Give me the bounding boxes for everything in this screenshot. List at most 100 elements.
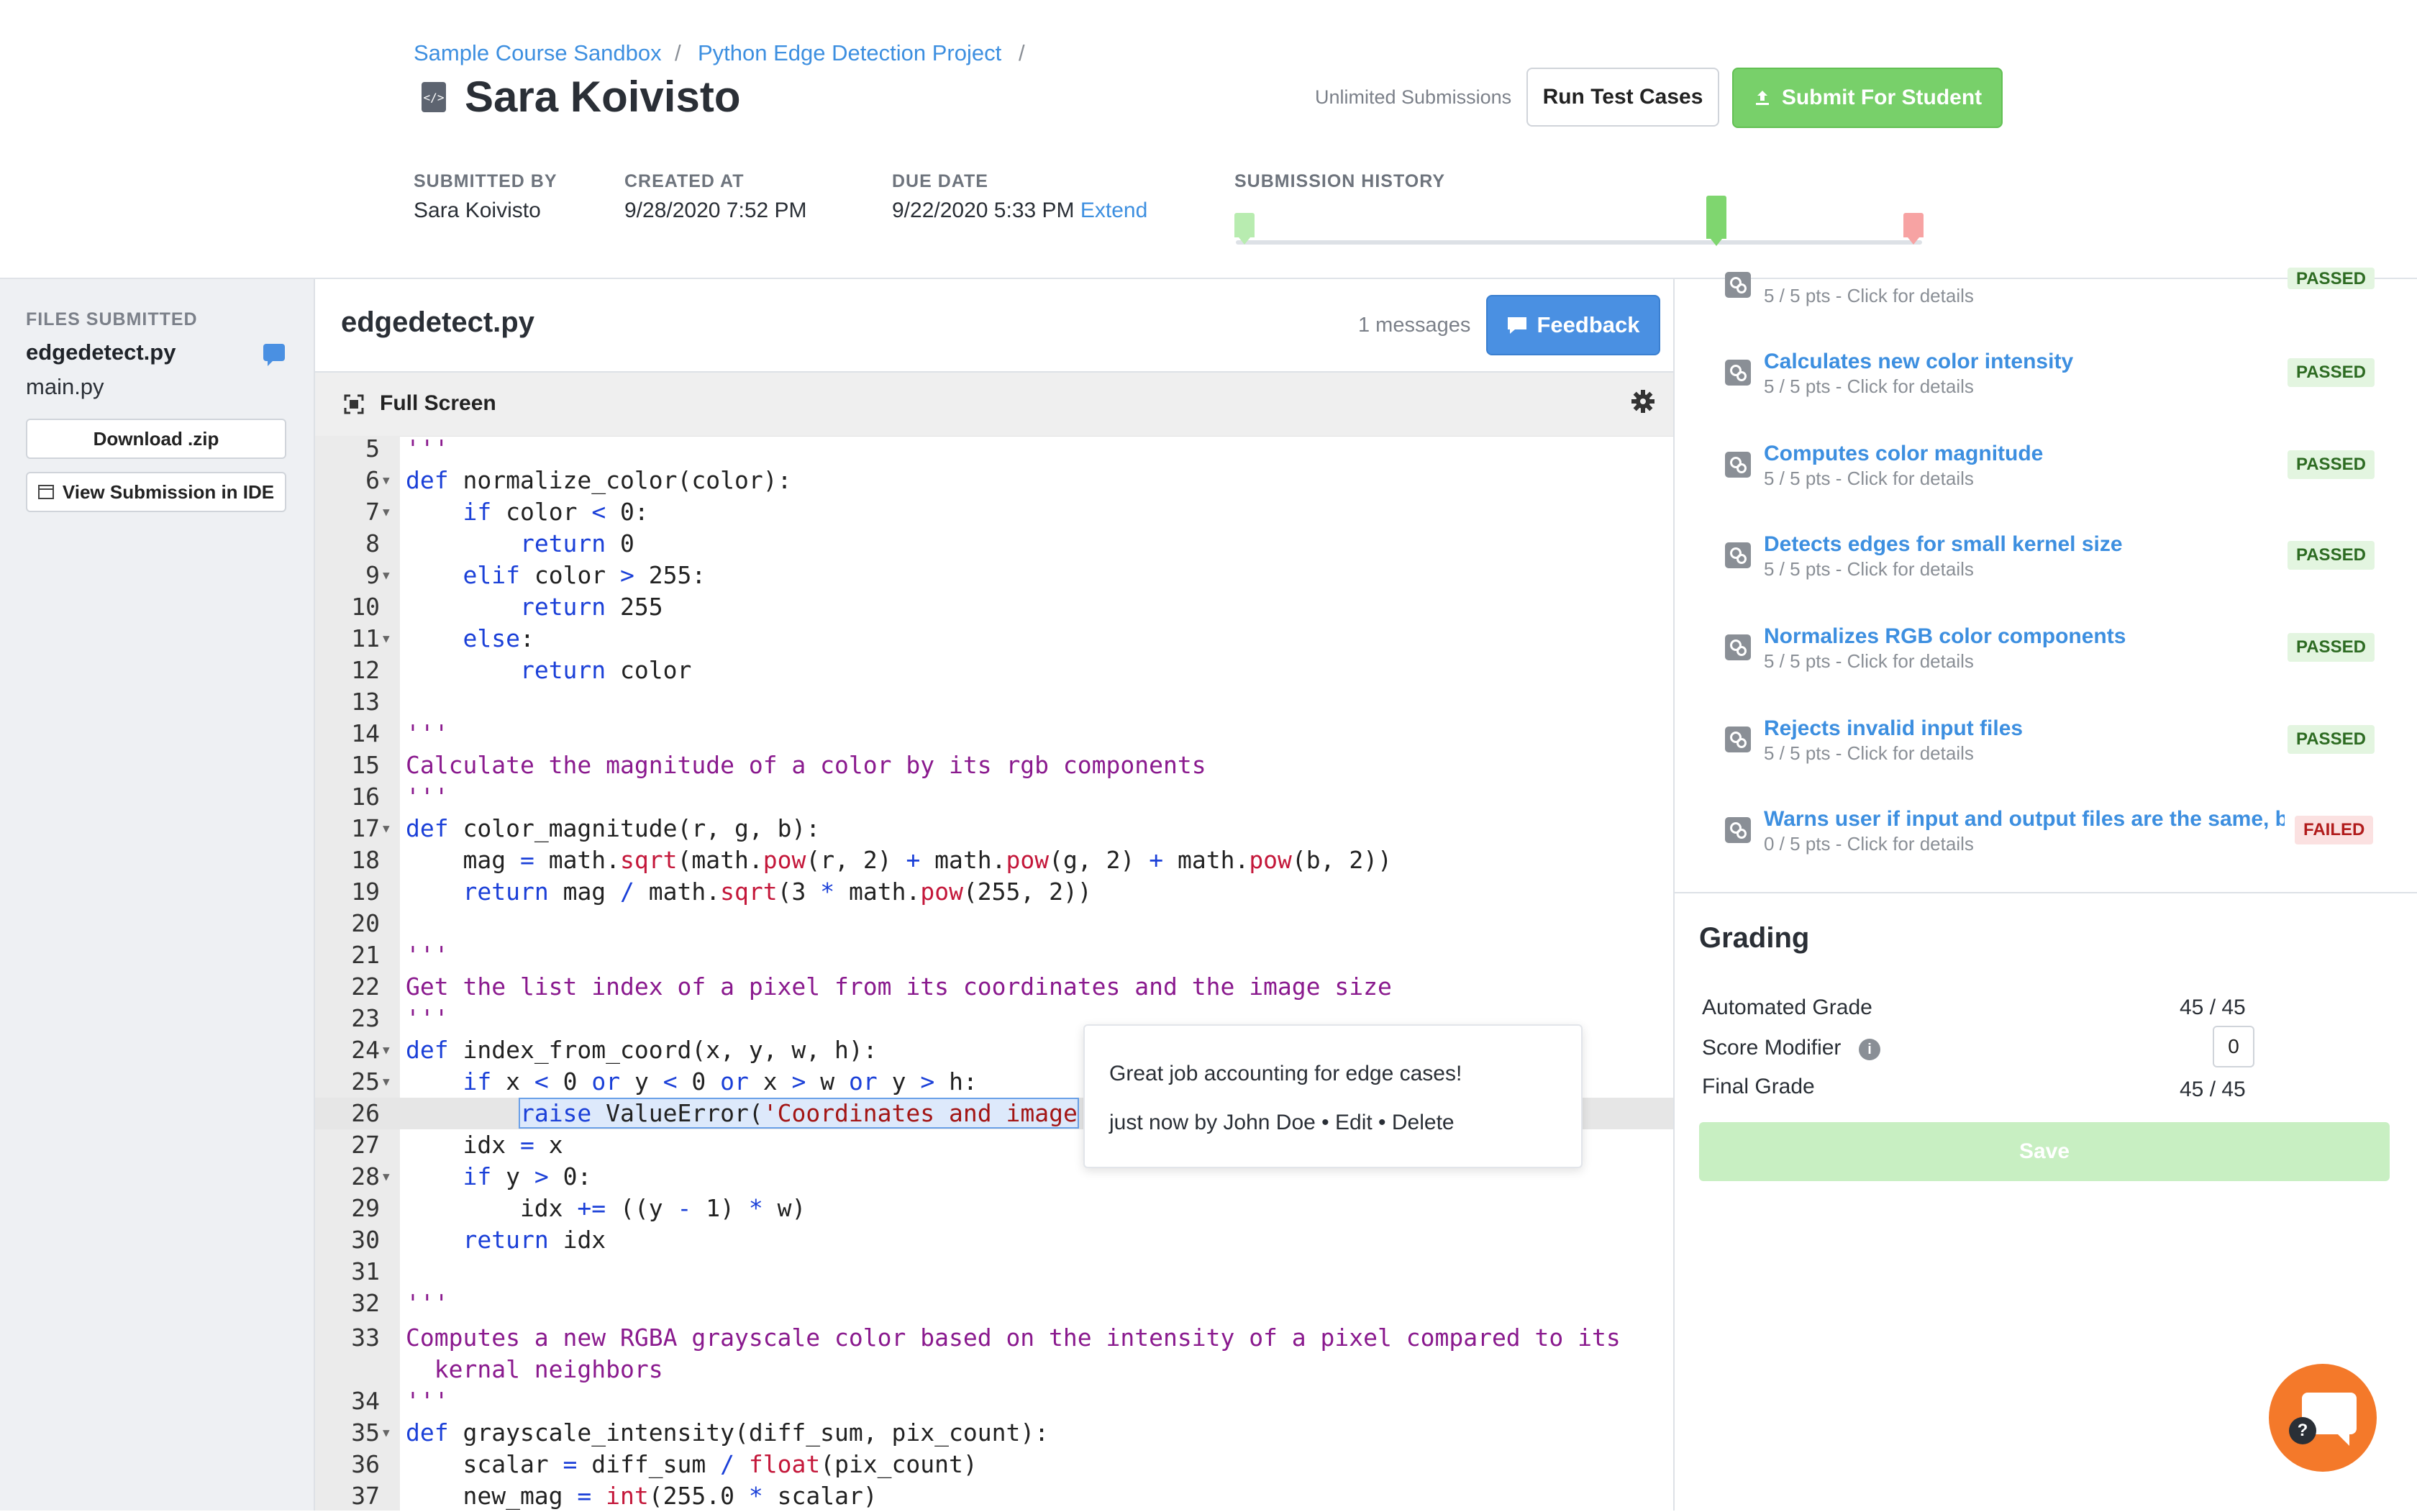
- automated-grade-label: Automated Grade: [1702, 996, 1872, 1019]
- code-line[interactable]: 34 ''': [315, 1385, 1673, 1417]
- test-case-icon: [1725, 542, 1751, 568]
- code-line[interactable]: 20: [315, 908, 1673, 939]
- test-case-points[interactable]: 5 / 5 pts - Click for details: [1764, 375, 1974, 398]
- automated-grade-value: 45 / 45: [2180, 996, 2246, 1019]
- test-case-title[interactable]: Normalizes RGB color components: [1764, 624, 2126, 649]
- status-badge: PASSED: [2288, 268, 2375, 289]
- code-line[interactable]: 35 ▼ def grayscale_intensity(diff_sum, pix…: [315, 1417, 1673, 1449]
- test-case-icon: [1725, 360, 1751, 386]
- submission-history-marker[interactable]: [1903, 213, 1924, 245]
- code-line[interactable]: 10 return 255: [315, 591, 1673, 623]
- submit-for-student-label: Submit For Student: [1781, 86, 1983, 109]
- gear-icon[interactable]: [1630, 388, 1656, 414]
- submission-history-label: SUBMISSION HISTORY: [1234, 171, 1446, 191]
- submission-history-track: [1236, 240, 1922, 245]
- created-at-value: 9/28/2020 7:52 PM: [624, 199, 807, 222]
- submission-limit-text: Unlimited Submissions: [1315, 86, 1512, 108]
- status-badge: PASSED: [2288, 633, 2375, 662]
- grading-title: Grading: [1699, 922, 1810, 954]
- info-icon[interactable]: i: [1859, 1039, 1880, 1060]
- fullscreen-icon[interactable]: [344, 394, 364, 414]
- test-case-points[interactable]: 5 / 5 pts - Click for details: [1764, 468, 1974, 490]
- code-line[interactable]: 13: [315, 686, 1673, 718]
- submitted-by-label: SUBMITTED BY: [414, 171, 557, 191]
- code-line[interactable]: 11 ▼ else:: [315, 623, 1673, 655]
- feedback-label: Feedback: [1537, 312, 1640, 337]
- test-case-icon: [1725, 817, 1751, 843]
- breadcrumb-course[interactable]: Sample Course Sandbox: [414, 40, 662, 66]
- files-sidebar: [0, 279, 315, 1511]
- header: [0, 0, 2417, 279]
- code-line[interactable]: 37 new_mag = int(255.0 * scalar): [315, 1480, 1673, 1512]
- comment-icon: [1508, 317, 1527, 334]
- code-line[interactable]: 22 Get the list index of a pixel from its…: [315, 971, 1673, 1003]
- test-case-icon: [1725, 727, 1751, 752]
- test-case-icon: [1725, 272, 1751, 298]
- file-item-edgedetect[interactable]: edgedetect.py: [26, 340, 176, 365]
- breadcrumb-project[interactable]: Python Edge Detection Project: [698, 40, 1001, 66]
- created-at-label: CREATED AT: [624, 171, 745, 191]
- view-in-ide-label: View Submission in IDE: [62, 481, 275, 503]
- save-button[interactable]: Save: [1699, 1122, 2390, 1181]
- download-zip-button[interactable]: Download .zip: [26, 419, 286, 459]
- code-line[interactable]: 32 ''': [315, 1288, 1673, 1319]
- code-line[interactable]: 29 idx += ((y - 1) * w): [315, 1193, 1673, 1224]
- code-line[interactable]: 21 ''': [315, 939, 1673, 971]
- code-line[interactable]: 15 Calculate the magnitude of a color by …: [315, 750, 1673, 781]
- submit-for-student-button[interactable]: Submit For Student: [1732, 68, 2003, 128]
- test-case-icon: [1725, 634, 1751, 660]
- test-case-title[interactable]: Calculates new color intensity: [1764, 350, 2073, 374]
- code-line[interactable]: 14 ''': [315, 718, 1673, 750]
- score-modifier-label: Score Modifier: [1702, 1036, 1842, 1060]
- code-line[interactable]: 19 return mag / math.sqrt(3 * math.pow(2…: [315, 876, 1673, 908]
- code-line[interactable]: 12 return color: [315, 655, 1673, 686]
- score-modifier-input[interactable]: [2213, 1026, 2254, 1067]
- due-date-row: 9/22/2020 5:33 PM Extend: [892, 199, 1147, 223]
- code-line[interactable]: 9 ▼ elif color > 255:: [315, 560, 1673, 591]
- code-line[interactable]: 6 ▼ def normalize_color(color):: [315, 465, 1673, 496]
- status-badge: PASSED: [2288, 450, 2375, 479]
- test-case-title[interactable]: Detects edges for small kernel size: [1764, 532, 2123, 557]
- code-line[interactable]: 33 Computes a new RGBA grayscale color ba…: [315, 1322, 1673, 1354]
- run-test-cases-button[interactable]: Run Test Cases: [1526, 68, 1719, 127]
- due-date-value: 9/22/2020 5:33 PM: [892, 199, 1075, 222]
- code-line[interactable]: 30 return idx: [315, 1224, 1673, 1256]
- extend-link[interactable]: Extend: [1080, 199, 1147, 222]
- status-badge: PASSED: [2288, 358, 2375, 387]
- code-line[interactable]: 18 mag = math.sqrt(math.pow(r, 2) + math…: [315, 844, 1673, 876]
- fullscreen-toggle[interactable]: Full Screen: [380, 391, 496, 416]
- code-line[interactable]: 5 ''': [315, 433, 1673, 465]
- test-case-title[interactable]: Computes color magnitude: [1764, 442, 2043, 466]
- code-line[interactable]: 17 ▼ def color_magnitude(r, g, b):: [315, 813, 1673, 844]
- status-badge: PASSED: [2288, 541, 2375, 570]
- file-item-main[interactable]: main.py: [26, 374, 104, 400]
- test-case-points[interactable]: 5 / 5 pts - Click for details: [1764, 558, 1974, 580]
- help-icon: ?: [2289, 1417, 2316, 1444]
- message-count: 1 messages: [1358, 314, 1471, 337]
- final-grade-value: 45 / 45: [2180, 1078, 2246, 1101]
- view-in-ide-button[interactable]: View Submission in IDE: [26, 472, 286, 512]
- files-submitted-label: FILES SUBMITTED: [26, 309, 198, 329]
- code-line[interactable]: 16 ''': [315, 781, 1673, 813]
- code-line[interactable]: 8 return 0: [315, 528, 1673, 560]
- test-case-points[interactable]: 0 / 5 pts - Click for details: [1764, 833, 1974, 855]
- submission-history-marker[interactable]: [1234, 213, 1255, 245]
- feedback-button[interactable]: Feedback: [1486, 295, 1660, 355]
- submitted-by-value: Sara Koivisto: [414, 199, 541, 222]
- test-case-title[interactable]: Warns user if input and output files are…: [1764, 807, 2285, 832]
- test-case-points[interactable]: 5 / 5 pts - Click for details: [1764, 650, 1974, 673]
- test-case-title[interactable]: Rejects invalid input files: [1764, 716, 2023, 741]
- code-line[interactable]: 31: [315, 1256, 1673, 1288]
- file-title: edgedetect.py: [341, 306, 534, 338]
- test-case-points[interactable]: 5 / 5 pts - Click for details: [1764, 742, 1974, 765]
- code-file-icon: </>: [422, 82, 446, 112]
- code-line[interactable]: 7 ▼ if color < 0:: [315, 496, 1673, 528]
- final-grade-label: Final Grade: [1702, 1075, 1815, 1098]
- test-case-points[interactable]: 5 / 5 pts - Click for details: [1764, 285, 1974, 307]
- submission-history-marker-selected[interactable]: [1706, 196, 1726, 246]
- due-date-label: DUE DATE: [892, 171, 988, 191]
- code-line[interactable]: 36 scalar = diff_sum / float(pix_count): [315, 1449, 1673, 1480]
- code-line[interactable]: kernal neighbors: [315, 1354, 1673, 1385]
- upload-icon: [1755, 91, 1769, 105]
- comment-meta[interactable]: just now by John Doe • Edit • Delete: [1109, 1111, 1455, 1135]
